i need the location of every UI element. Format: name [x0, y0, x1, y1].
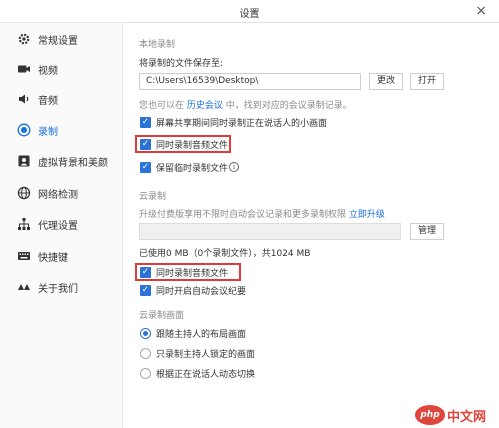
window-title: 设置	[239, 9, 260, 20]
recording-settings-panel: 本地录制 将录制的文件保存至: C:\Users\16539\Desktop\ …	[123, 23, 499, 428]
upgrade-hint-text: 升级付费版享用不限时自动会议记录和更多录制权限	[139, 210, 347, 220]
cloud-section-title: 云录制	[139, 192, 167, 202]
upgrade-link[interactable]: 立即升级	[349, 210, 385, 220]
host-locked-label: 只录制主持人锁定的画面	[156, 350, 256, 360]
sidebar-item-label: 关于我们	[38, 284, 78, 295]
save-path-field[interactable]: C:\Users\16539\Desktop\	[139, 73, 361, 90]
sidebar: 常规设置 视频 音频 录制 虚拟背景和美颜 网络检测 代理设置 快捷键 关于我们	[0, 23, 123, 428]
history-meetings-link[interactable]: 历史会议	[187, 101, 223, 111]
sidebar-item-label: 视频	[38, 66, 58, 77]
speaker-icon	[19, 94, 29, 104]
change-button[interactable]: 更改	[369, 73, 403, 90]
watermark-text: 中文网	[447, 410, 487, 425]
gear-icon	[18, 33, 30, 45]
cloud-usage-bar	[139, 223, 401, 240]
upgrade-hint: 升级付费版享用不限时自动会议记录和更多录制权限 立即升级	[139, 207, 385, 220]
follow-host-radio[interactable]	[140, 328, 151, 339]
sidebar-item-proxy[interactable]: 代理设置	[0, 212, 122, 236]
portrait-icon	[18, 155, 30, 167]
sidebar-item-video[interactable]: 视频	[0, 57, 122, 81]
sidebar-item-label: 音频	[38, 96, 58, 107]
globe-icon	[17, 186, 31, 200]
sidebar-item-shortcuts[interactable]: 快捷键	[0, 244, 122, 268]
sidebar-item-network[interactable]: 网络检测	[0, 181, 122, 205]
sidebar-item-background[interactable]: 虚拟背景和美颜	[0, 149, 122, 173]
keep-temp-label: 保留临时录制文件	[156, 164, 229, 174]
active-speaker-radio[interactable]	[140, 368, 151, 379]
follow-host-label: 跟随主持人的布局画面	[156, 330, 247, 340]
keep-temp-checkbox[interactable]: ✓	[140, 162, 151, 173]
layout-section-title: 云录制画面	[139, 311, 185, 321]
usage-text: 已使用0 MB（0个录制文件），共1024 MB	[139, 249, 311, 259]
sidebar-item-general[interactable]: 常规设置	[0, 27, 122, 51]
manage-button[interactable]: 管理	[410, 223, 444, 240]
close-icon[interactable]: ×	[475, 2, 487, 20]
sidebar-item-audio[interactable]: 音频	[0, 87, 122, 111]
video-camera-icon	[18, 65, 30, 73]
cloud-audio-label: 同时录制音频文件	[156, 269, 229, 279]
local-section-title: 本地录制	[139, 40, 176, 50]
sidebar-item-label: 快捷键	[38, 253, 68, 264]
record-icon	[17, 123, 31, 137]
history-hint: 您也可以在 历史会议 中，找到对应的会议录制记录。	[139, 98, 352, 111]
watermark-badge: php	[415, 405, 445, 425]
auto-minutes-checkbox[interactable]: ✓	[140, 285, 151, 296]
sidebar-item-recording[interactable]: 录制	[0, 118, 122, 142]
active-speaker-label: 根据正在说话人动态切换	[156, 370, 256, 380]
cloud-audio-checkbox[interactable]: ✓	[140, 267, 151, 278]
sidebar-item-label: 代理设置	[38, 221, 78, 232]
local-audio-label: 同时录制音频文件	[156, 141, 229, 151]
auto-minutes-label: 同时开启自动会议纪要	[156, 287, 247, 297]
watermark-logo: php 中文网	[415, 402, 499, 428]
record-speaker-label: 屏幕共享期间同时录制正在说话人的小画面	[156, 119, 328, 129]
sidebar-item-label: 常规设置	[38, 36, 78, 47]
keyboard-icon	[18, 252, 30, 260]
save-to-label: 将录制的文件保存至:	[139, 59, 224, 69]
network-tree-icon	[18, 218, 30, 230]
host-locked-radio[interactable]	[140, 348, 151, 359]
info-icon[interactable]: i	[229, 162, 239, 172]
title-bar: 设置 ×	[0, 0, 499, 23]
open-button[interactable]: 打开	[410, 73, 444, 90]
sidebar-item-label: 网络检测	[38, 190, 78, 201]
logo-icon	[18, 284, 30, 290]
sidebar-item-label: 录制	[38, 127, 58, 138]
sidebar-item-about[interactable]: 关于我们	[0, 275, 122, 299]
history-hint-suffix: 中，找到对应的会议录制记录。	[225, 101, 352, 111]
record-speaker-checkbox[interactable]: ✓	[140, 117, 151, 128]
local-audio-checkbox[interactable]: ✓	[140, 139, 151, 150]
sidebar-item-label: 虚拟背景和美颜	[38, 158, 108, 169]
history-hint-prefix: 您也可以在	[139, 101, 185, 111]
